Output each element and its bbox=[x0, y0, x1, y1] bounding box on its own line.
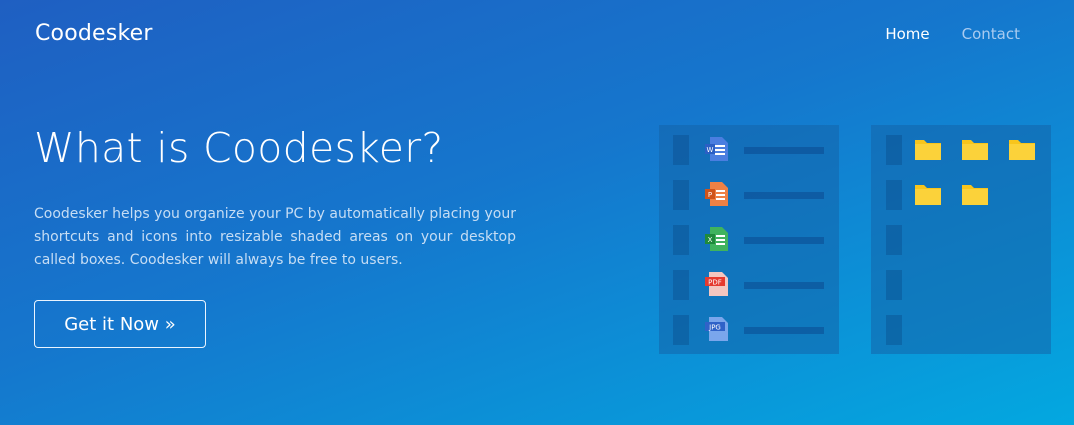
slot bbox=[673, 180, 689, 210]
slot bbox=[886, 270, 902, 300]
folder-icon bbox=[962, 140, 988, 160]
svg-text:W: W bbox=[707, 146, 714, 154]
file-name-placeholder bbox=[744, 192, 824, 199]
top-nav: Home Contact bbox=[885, 25, 1020, 43]
svg-text:X: X bbox=[708, 236, 713, 244]
file-name-placeholder bbox=[744, 282, 824, 289]
svg-text:PDF: PDF bbox=[708, 279, 722, 287]
slot bbox=[886, 135, 902, 165]
jpg-doc-icon: JPG bbox=[705, 317, 728, 341]
slot bbox=[673, 270, 689, 300]
file-name-placeholder bbox=[744, 237, 824, 244]
folder-icon bbox=[915, 185, 941, 205]
folders-box-illustration bbox=[871, 125, 1051, 354]
excel-doc-icon: X bbox=[705, 227, 728, 251]
brand-logo[interactable]: Coodesker bbox=[35, 21, 153, 46]
file-name-placeholder bbox=[744, 147, 824, 154]
slot bbox=[673, 135, 689, 165]
folder-icon bbox=[915, 140, 941, 160]
hero-description: Coodesker helps you organize your PC by … bbox=[34, 206, 516, 268]
slot bbox=[673, 315, 689, 345]
nav-home-link[interactable]: Home bbox=[885, 25, 929, 43]
file-name-placeholder bbox=[744, 327, 824, 334]
get-it-now-button[interactable]: Get it Now » bbox=[34, 300, 206, 348]
folder-icon bbox=[1009, 140, 1035, 160]
slot bbox=[886, 225, 902, 255]
shortcuts-box-illustration: W P X PDF JPG bbox=[659, 125, 839, 354]
slot bbox=[886, 180, 902, 210]
slot bbox=[886, 315, 902, 345]
hero-title: What is Coodesker? bbox=[34, 124, 444, 172]
nav-contact-link[interactable]: Contact bbox=[962, 25, 1020, 43]
svg-text:JPG: JPG bbox=[708, 324, 721, 332]
slot bbox=[673, 225, 689, 255]
powerpoint-doc-icon: P bbox=[705, 182, 728, 206]
word-doc-icon: W bbox=[705, 137, 728, 161]
folder-icon bbox=[962, 185, 988, 205]
svg-text:P: P bbox=[708, 191, 712, 199]
pdf-doc-icon: PDF bbox=[705, 272, 728, 296]
